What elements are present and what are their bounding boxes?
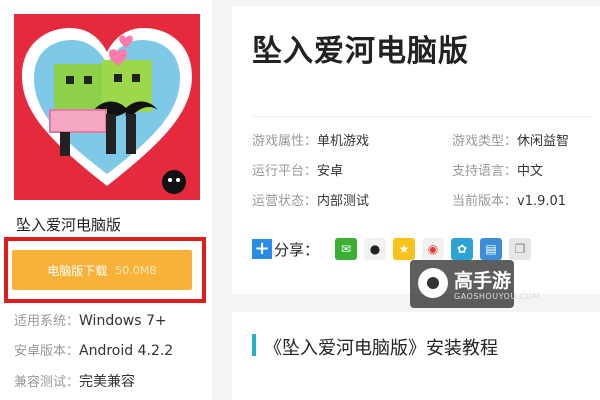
page-title: 坠入爱河电脑版 [252,34,469,69]
pc-download-button[interactable]: 电脑版下载 50.0MB [12,250,192,290]
share-icons: ✉ ● ★ ◉ ✿ ▤ ❐ [335,238,538,260]
meta-label: 游戏属性： [252,134,318,149]
meta-attribute: 游戏属性：单机游戏 [252,130,369,149]
title-divider [252,116,592,117]
logo-url: GAOSHOUYOU.COM [454,292,541,301]
info-android-label: 安卓版本： [14,344,80,359]
meta-label: 支持语言： [452,164,518,179]
info-android-value: Android 4.2.2 [79,343,174,359]
meta-label: 运行平台： [252,164,318,179]
download-button-label: 电脑版下载 [47,263,108,278]
qq-icon[interactable]: ● [364,238,387,260]
info-compat: 兼容测试：完美兼容 [14,371,135,391]
info-os-value: Windows 7+ [79,313,167,329]
meta-label: 当前版本： [452,194,518,209]
meta-version: 当前版本：v1.9.01 [452,190,566,209]
tutorial-panel: 《坠入爱河电脑版》安装教程 [232,312,600,400]
share-label: 分享： [274,240,320,259]
copy-icon[interactable]: ❐ [509,238,532,260]
qzone-icon[interactable]: ★ [393,238,416,260]
meta-value: 休闲益智 [517,134,570,149]
print-icon[interactable]: ▤ [480,238,503,260]
meta-status: 运营状态：内部测试 [252,190,369,209]
meta-label: 运营状态： [252,194,318,209]
meta-value: 内部测试 [317,194,370,209]
meta-value: 安卓 [317,164,344,179]
app-name: 坠入爱河电脑版 [16,216,122,234]
meta-value: 中文 [517,164,544,179]
share-plus-icon[interactable]: + [252,239,272,259]
logo-brand: 高手游 [454,270,512,292]
info-compat-value: 完美兼容 [79,374,136,390]
info-compat-label: 兼容测试： [14,375,80,390]
share-bar: + 分享： ✉ ● ★ ◉ ✿ ▤ ❐ [252,238,538,260]
meta-language: 支持语言：中文 [452,160,543,179]
download-size: 50.0MB [115,263,157,277]
section-accent-bar [252,334,256,356]
info-os-label: 适用系统： [14,314,80,329]
game-detail-panel: 坠入爱河电脑版 游戏属性：单机游戏 游戏类型：休闲益智 运行平台：安卓 支持语言… [232,6,600,294]
meta-value: 单机游戏 [317,134,370,149]
info-android: 安卓版本：Android 4.2.2 [14,340,173,359]
site-logo: 高手游 GAOSHOUYOU.COM [410,260,540,308]
meta-platform: 运行平台：安卓 [252,160,343,179]
info-os: 适用系统：Windows 7+ [14,310,167,329]
left-panel: 坠入爱河电脑版 电脑版下载 50.0MB 适用系统：Windows 7+ 安卓版… [0,0,212,400]
meta-label: 游戏类型： [452,134,518,149]
tencent-weibo-icon[interactable]: ✿ [451,238,474,260]
meta-genre: 游戏类型：休闲益智 [452,130,569,149]
meta-value: v1.9.01 [517,194,567,209]
app-icon-image[interactable] [14,14,200,200]
tutorial-heading: 《坠入爱河电脑版》安装教程 [264,338,498,359]
logo-mark-icon [418,268,448,298]
weibo-icon[interactable]: ◉ [422,238,445,260]
wechat-icon[interactable]: ✉ [335,238,358,260]
